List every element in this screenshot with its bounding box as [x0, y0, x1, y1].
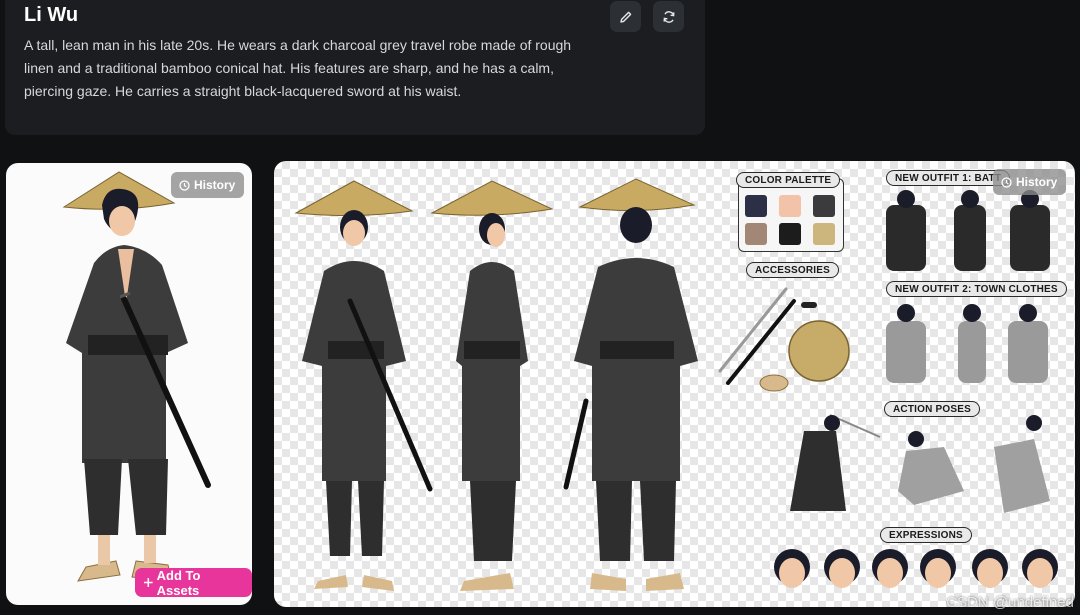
label-expressions: EXPRESSIONS	[880, 527, 972, 543]
label-action-poses: ACTION POSES	[884, 401, 980, 417]
palette-swatch	[779, 195, 801, 217]
add-to-assets-label: Add To Assets	[156, 567, 201, 598]
history-label: History	[194, 178, 236, 192]
character-description: A tall, lean man in his late 20s. He wea…	[24, 37, 572, 99]
palette-swatch	[813, 195, 835, 217]
character-info-card: Li Wu A tall, lean man in his late 20s. …	[5, 0, 705, 135]
label-outfit1: NEW OUTFIT 1: BATT	[886, 170, 1011, 186]
label-accessories: ACCESSORIES	[746, 262, 839, 278]
palette-swatch	[745, 223, 767, 245]
palette-swatch	[813, 223, 835, 245]
color-palette-panel	[738, 178, 844, 252]
pencil-icon	[619, 11, 631, 23]
edit-button[interactable]	[610, 1, 641, 32]
sheet-history-button[interactable]: History	[993, 169, 1067, 195]
character-portrait-image	[62, 171, 211, 582]
character-name: Li Wu	[24, 4, 79, 26]
add-to-assets-button[interactable]: Add To Assets	[135, 567, 252, 598]
regenerate-button[interactable]	[653, 1, 684, 32]
watermark: CSDN @undefined	[946, 594, 1074, 611]
plus-icon	[143, 578, 153, 587]
label-outfit2: NEW OUTFIT 2: TOWN CLOTHES	[886, 281, 1067, 297]
refresh-icon	[663, 10, 674, 23]
history-label: History	[1016, 175, 1058, 189]
clock-icon	[1001, 176, 1012, 188]
clock-icon	[179, 179, 190, 191]
portrait-card: History Add To Assets	[6, 163, 252, 605]
character-sheet-card: COLOR PALETTE ACCESSORIES NEW OUTFIT 1: …	[274, 161, 1075, 607]
palette-swatch	[745, 195, 767, 217]
palette-swatch	[779, 223, 801, 245]
label-color-palette: COLOR PALETTE	[736, 172, 841, 188]
portrait-history-button[interactable]: History	[171, 172, 245, 198]
